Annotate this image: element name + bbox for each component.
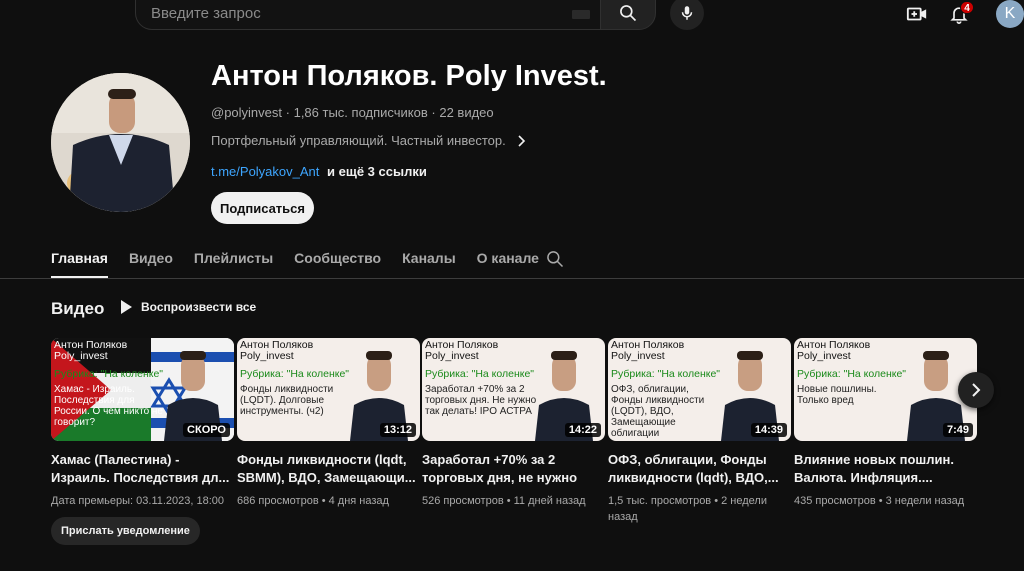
- video-thumbnail[interactable]: Антон Поляков Poly_invest Рубрика: "На ко…: [608, 338, 791, 441]
- duration-badge: 14:22: [564, 423, 601, 437]
- video-title[interactable]: Хамас (Палестина) - Израиль. Последствия…: [51, 451, 231, 487]
- thumbnail-author-text: Антон Поляков Poly_invest: [425, 339, 499, 362]
- keyboard-icon[interactable]: [572, 10, 590, 19]
- channel-description[interactable]: Портфельный управляющий. Частный инвесто…: [211, 133, 526, 148]
- channel-meta: @polyinvest · 1,86 тыс. подписчиков · 22…: [211, 105, 494, 120]
- video-card[interactable]: Антон Поляков Poly_invest Рубрика: "На ко…: [608, 338, 791, 525]
- duration-badge: 13:12: [379, 423, 416, 437]
- play-all-button[interactable]: Воспроизвести все: [120, 300, 256, 314]
- video-count: 22 видео: [439, 105, 494, 120]
- search-box[interactable]: [135, 0, 600, 30]
- tab-playlists[interactable]: Плейлисты: [194, 240, 273, 278]
- video-thumbnail[interactable]: Антон Поляков Poly_invest Рубрика: "На ко…: [51, 338, 234, 441]
- tab-community[interactable]: Сообщество: [294, 240, 381, 278]
- video-thumbnail[interactable]: Антон Поляков Poly_invest Рубрика: "На ко…: [794, 338, 977, 441]
- thumbnail-text: Новые пошлины. Только вред: [797, 384, 877, 406]
- carousel-next-button[interactable]: [958, 372, 994, 408]
- video-title[interactable]: Заработал +70% за 2 торговых дня, не нуж…: [422, 451, 602, 487]
- thumbnail-text: ОФЗ, облигации, Фонды ликвидности (LQDT)…: [611, 384, 705, 439]
- tab-channels[interactable]: Каналы: [402, 240, 456, 278]
- channel-avatar[interactable]: [51, 73, 190, 212]
- chevron-right-icon: [972, 383, 981, 397]
- thumbnail-author-text: Антон Поляков Poly_invest: [240, 339, 314, 362]
- duration-badge: 7:49: [942, 423, 973, 437]
- video-meta: Дата премьеры: 03.11.2023, 18:00: [51, 495, 225, 507]
- tab-about[interactable]: О канале: [477, 240, 539, 278]
- notification-count-badge: 4: [960, 1, 974, 14]
- subscriber-count: 1,86 тыс. подписчиков: [293, 105, 428, 120]
- thumbnail-rubric: Рубрика: "На коленке": [240, 368, 350, 380]
- microphone-icon: [681, 6, 693, 20]
- thumbnail-text: Хамас - Израиль. Последствия для России.…: [54, 384, 163, 428]
- create-button[interactable]: [906, 3, 928, 25]
- video-card[interactable]: Антон Поляков Poly_invest Рубрика: "На ко…: [422, 338, 605, 509]
- video-title[interactable]: Влияние новых пошлин. Валюта. Инфляция..…: [794, 451, 974, 487]
- video-meta: 1,5 тыс. просмотров • 2 недели назад: [608, 495, 767, 523]
- video-meta: 526 просмотров • 11 дней назад: [422, 495, 586, 507]
- user-avatar[interactable]: K: [996, 0, 1024, 28]
- more-links-button[interactable]: и ещё 3 ссылки: [327, 164, 427, 179]
- search-icon: [620, 5, 637, 22]
- tab-videos[interactable]: Видео: [129, 240, 173, 278]
- thumbnail-rubric: Рубрика: "На коленке": [611, 368, 721, 380]
- channel-links: t.me/Polyakov_Ant и ещё 3 ссылки: [211, 164, 427, 179]
- thumbnail-rubric: Рубрика: "На коленке": [425, 368, 535, 380]
- video-title[interactable]: Фонды ликвидности (lqdt, SBMM), ВДО, Зам…: [237, 451, 417, 487]
- video-thumbnail[interactable]: Антон Поляков Poly_invest Рубрика: "На ко…: [237, 338, 420, 441]
- video-meta: 686 просмотров • 4 дня назад: [237, 495, 389, 507]
- search-input[interactable]: [151, 4, 551, 22]
- video-title[interactable]: ОФЗ, облигации, Фонды ликвидности (lqdt)…: [608, 451, 788, 487]
- channel-handle: @polyinvest: [211, 105, 283, 120]
- subscribe-button[interactable]: Подписаться: [211, 192, 314, 224]
- channel-search-button[interactable]: [545, 249, 565, 269]
- description-text: Портфельный управляющий. Частный инвесто…: [211, 133, 506, 148]
- search-bar: [135, 0, 656, 30]
- video-add-icon: [906, 7, 927, 21]
- thumbnail-author-text: Антон Поляков Poly_invest: [611, 339, 685, 362]
- tab-home[interactable]: Главная: [51, 240, 108, 278]
- thumbnail-author-text: Антон Поляков Poly_invest: [797, 339, 871, 362]
- thumbnail-rubric: Рубрика: "На коленке": [797, 368, 907, 380]
- section-title: Видео: [51, 299, 105, 318]
- channel-title: Антон Поляков. Poly Invest.: [211, 60, 607, 92]
- play-all-label: Воспроизвести все: [141, 300, 257, 314]
- premiere-badge: СКОРО: [183, 423, 230, 437]
- chevron-right-icon: [518, 134, 525, 147]
- thumbnail-text: Заработал +70% за 2 торговых дня. Не нуж…: [425, 384, 537, 417]
- telegram-link[interactable]: t.me/Polyakov_Ant: [211, 164, 319, 179]
- channel-tabs: Главная Видео Плейлисты Сообщество Канал…: [51, 240, 539, 278]
- thumbnail-text: Фонды ликвидности (LQDT). Долговые инстр…: [240, 384, 334, 417]
- video-thumbnail[interactable]: Антон Поляков Poly_invest Рубрика: "На ко…: [422, 338, 605, 441]
- search-button[interactable]: [600, 0, 656, 30]
- play-icon: [121, 300, 132, 314]
- notify-button[interactable]: Прислать уведомление: [51, 517, 200, 545]
- video-meta: 435 просмотров • 3 недели назад: [794, 495, 965, 507]
- voice-search-button[interactable]: [670, 0, 704, 30]
- video-card[interactable]: Антон Поляков Poly_invest Рубрика: "На ко…: [794, 338, 977, 509]
- video-card[interactable]: Антон Поляков Poly_invest Рубрика: "На ко…: [51, 338, 234, 545]
- duration-badge: 14:39: [750, 423, 787, 437]
- video-card[interactable]: Антон Поляков Poly_invest Рубрика: "На ко…: [237, 338, 420, 509]
- meta-separator: ·: [285, 105, 294, 120]
- thumbnail-author-text: Антон Поляков Poly_invest: [54, 339, 128, 362]
- top-bar: 4 K: [0, 0, 1024, 30]
- tabs-divider: [0, 278, 1024, 279]
- thumbnail-rubric: Рубрика: "На коленке": [54, 368, 164, 380]
- search-icon: [547, 251, 564, 268]
